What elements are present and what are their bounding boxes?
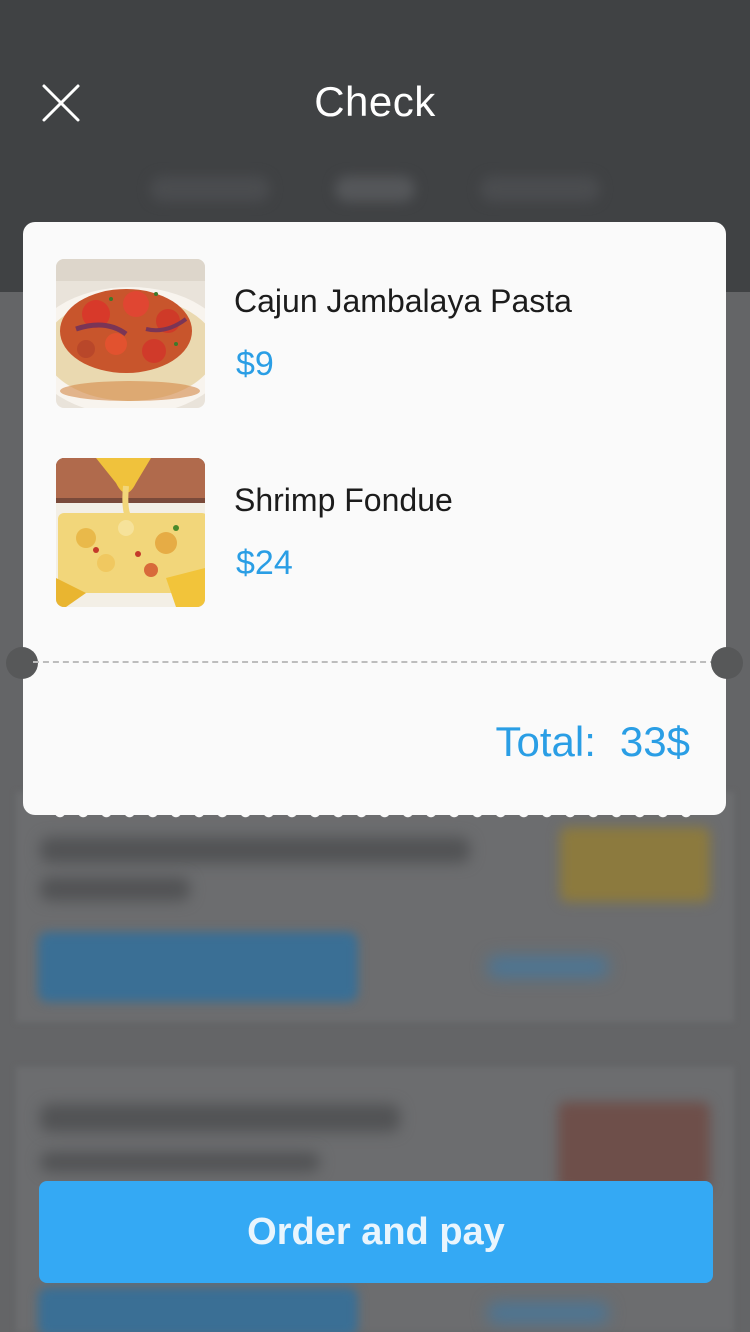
check-card: Cajun Jambalaya Pasta $9 Shrimp Fondue $… bbox=[6, 222, 743, 815]
total-label: Total: bbox=[495, 718, 596, 765]
modal-title: Check bbox=[314, 78, 436, 125]
background-thumbnail bbox=[558, 1102, 710, 1192]
background-button bbox=[38, 932, 358, 1002]
background-button bbox=[38, 1287, 358, 1332]
pasta-photo bbox=[56, 259, 205, 408]
tear-line bbox=[33, 661, 716, 663]
background-text bbox=[40, 1104, 400, 1132]
item-name: Shrimp Fondue bbox=[234, 482, 453, 518]
background-text bbox=[40, 877, 190, 901]
background-text bbox=[40, 837, 470, 863]
background-link bbox=[488, 1302, 608, 1324]
fondue-photo bbox=[56, 458, 205, 607]
item-price: $9 bbox=[236, 345, 274, 383]
background-text bbox=[40, 1152, 320, 1172]
total-value: 33$ bbox=[619, 718, 690, 765]
receipt-scalloped-edge bbox=[54, 812, 704, 824]
background-tab bbox=[150, 176, 270, 202]
background-thumbnail bbox=[560, 827, 710, 902]
order-and-pay-button[interactable]: Order and pay bbox=[39, 1181, 713, 1283]
total-row: Total: 33$ bbox=[496, 718, 690, 766]
item-name: Cajun Jambalaya Pasta bbox=[234, 283, 572, 319]
background-tab bbox=[335, 176, 415, 202]
ticket-notch bbox=[711, 647, 743, 679]
ticket-notch bbox=[6, 647, 38, 679]
order-item[interactable]: Shrimp Fondue $24 bbox=[56, 458, 696, 608]
order-item[interactable]: Cajun Jambalaya Pasta $9 bbox=[56, 259, 696, 409]
background-link bbox=[488, 956, 608, 978]
item-price: $24 bbox=[236, 544, 293, 582]
background-tab bbox=[480, 176, 600, 202]
